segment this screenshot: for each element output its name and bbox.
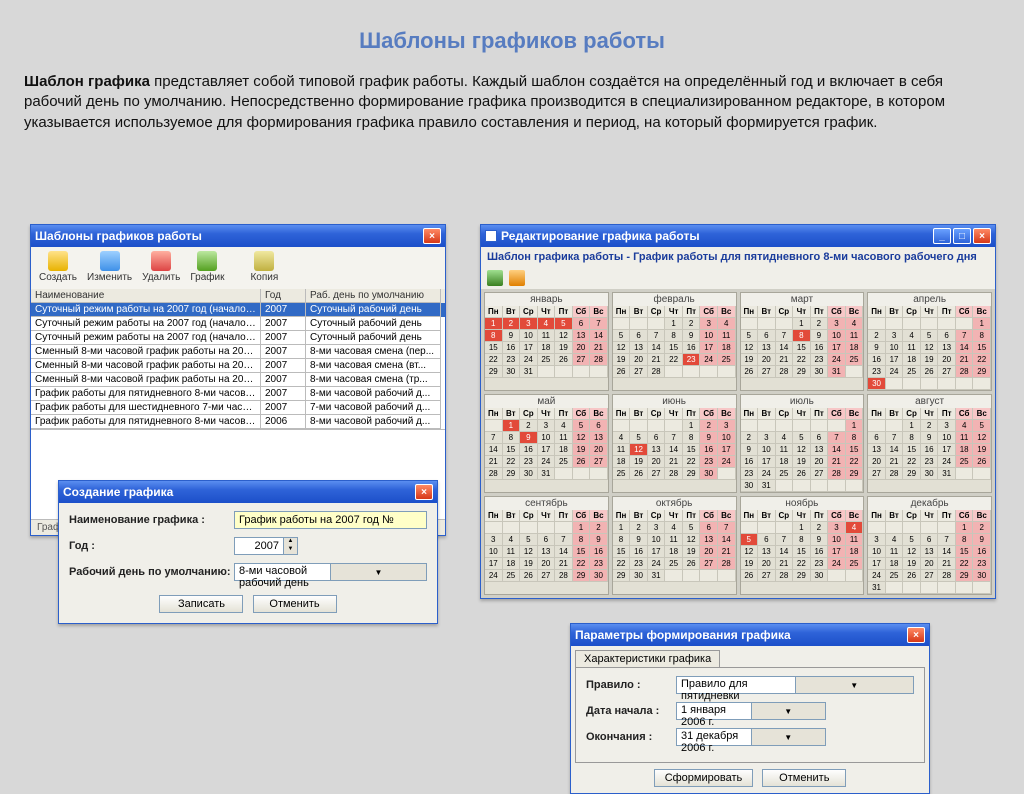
- maximize-icon[interactable]: □: [953, 228, 971, 244]
- table-row[interactable]: График работы для шестидневного 7-ми час…: [31, 401, 445, 415]
- params-titlebar[interactable]: Параметры формирования графика ×: [571, 624, 929, 646]
- table-row[interactable]: Сменный 8-ми часовой график работы на 20…: [31, 373, 445, 387]
- month-ноябрь: ноябрьПнВтСрЧтПтСбВс...12345678910111213…: [740, 496, 865, 595]
- table-row[interactable]: Сменный 8-ми часовой график работы на 20…: [31, 345, 445, 359]
- month-апрель: апрельПнВтСрЧтПтСбВс......12345678910111…: [867, 292, 992, 391]
- close-icon[interactable]: ×: [973, 228, 991, 244]
- chart-icon: [197, 251, 217, 271]
- edit-icon: [100, 251, 120, 271]
- copy-button[interactable]: Копия: [246, 249, 282, 285]
- close-icon[interactable]: ×: [423, 228, 441, 244]
- chevron-down-icon[interactable]: ▼: [330, 564, 426, 580]
- editor-title: Редактирование графика работы: [501, 229, 700, 243]
- save-icon[interactable]: [487, 270, 503, 286]
- editor-titlebar[interactable]: Редактирование графика работы _ □ ×: [481, 225, 995, 247]
- start-date[interactable]: 1 января 2006 г. ▼: [676, 702, 826, 720]
- name-field[interactable]: [234, 511, 427, 529]
- params-title: Параметры формирования графика: [575, 628, 791, 642]
- name-label: Наименование графика :: [69, 514, 234, 526]
- table-row[interactable]: Сменный 8-ми часовой график работы на 20…: [31, 359, 445, 373]
- delete-icon: [151, 251, 171, 271]
- default-dropdown[interactable]: 8-ми часовой рабочий день ▼: [234, 563, 427, 581]
- create-dialog: Создание графика × Наименование графика …: [58, 480, 438, 624]
- month-май: майПнВтСрЧтПтСбВс.1234567891011121314151…: [484, 394, 609, 493]
- month-июнь: июньПнВтСрЧтПтСбВс....123456789101112131…: [612, 394, 737, 493]
- rule-label: Правило :: [586, 679, 676, 691]
- cancel-button[interactable]: Отменить: [253, 595, 337, 613]
- editor-toolbar: [481, 267, 995, 289]
- page-title: Шаблоны графиков работы: [0, 0, 1024, 64]
- chevron-down-icon[interactable]: ▼: [751, 729, 826, 745]
- column-year[interactable]: Год: [261, 289, 306, 303]
- save-button[interactable]: Записать: [159, 595, 243, 613]
- page-description: Шаблон графика представляет собой типово…: [0, 64, 1024, 147]
- tab-characteristics[interactable]: Характеристики графика: [575, 650, 720, 667]
- app-icon: [485, 230, 497, 242]
- month-февраль: февральПнВтСрЧтПтСбВс...1234567891011121…: [612, 292, 737, 391]
- month-июль: июльПнВтСрЧтПтСбВс......1234567891011121…: [740, 394, 865, 493]
- end-label: Окончания :: [586, 731, 676, 743]
- editor-window: Редактирование графика работы _ □ × Шабл…: [480, 224, 996, 599]
- calendar-grid: январьПнВтСрЧтПтСбВс12345678910111213141…: [481, 289, 995, 598]
- month-январь: январьПнВтСрЧтПтСбВс12345678910111213141…: [484, 292, 609, 391]
- year-stepper[interactable]: ▲▼: [234, 537, 298, 555]
- month-март: мартПнВтСрЧтПтСбВс...1234567891011121314…: [740, 292, 865, 391]
- end-date[interactable]: 31 декабря 2006 г. ▼: [676, 728, 826, 746]
- start-label: Дата начала :: [586, 705, 676, 717]
- params-window: Параметры формирования графика × Характе…: [570, 623, 930, 794]
- default-label: Рабочий день по умолчанию:: [69, 566, 234, 578]
- form-button[interactable]: Сформировать: [654, 769, 754, 787]
- chevron-down-icon[interactable]: ▼: [751, 703, 826, 719]
- delete-button[interactable]: Удалить: [138, 249, 184, 285]
- create-title: Создание графика: [63, 485, 173, 499]
- chevron-down-icon[interactable]: ▼: [284, 546, 297, 554]
- create-button[interactable]: Создать: [35, 249, 81, 285]
- year-label: Год :: [69, 540, 234, 552]
- minimize-icon[interactable]: _: [933, 228, 951, 244]
- chevron-up-icon[interactable]: ▲: [284, 538, 297, 546]
- cancel-button[interactable]: Отменить: [762, 769, 846, 787]
- templates-title: Шаблоны графиков работы: [35, 229, 202, 243]
- create-titlebar[interactable]: Создание графика ×: [59, 481, 437, 503]
- table-row[interactable]: Суточный режим работы на 2007 год (начал…: [31, 331, 445, 345]
- create-icon: [48, 251, 68, 271]
- year-input[interactable]: [234, 537, 284, 555]
- table-row[interactable]: Суточный режим работы на 2007 год (начал…: [31, 317, 445, 331]
- copy-icon: [254, 251, 274, 271]
- column-name[interactable]: Наименование: [31, 289, 261, 303]
- edit-button[interactable]: Изменить: [83, 249, 136, 285]
- templates-toolbar: Создать Изменить Удалить График Копия: [31, 247, 445, 289]
- table-row[interactable]: График работы для пятидневного 8-ми часо…: [31, 387, 445, 401]
- month-октябрь: октябрьПнВтСрЧтПтСбВс1234567891011121314…: [612, 496, 737, 595]
- rule-dropdown[interactable]: Правило для пятидневки ▼: [676, 676, 914, 694]
- templates-titlebar[interactable]: Шаблоны графиков работы ×: [31, 225, 445, 247]
- column-default[interactable]: Раб. день по умолчанию: [306, 289, 441, 303]
- close-icon[interactable]: ×: [907, 627, 925, 643]
- table-row[interactable]: Суточный режим работы на 2007 год (начал…: [31, 303, 445, 317]
- refresh-icon[interactable]: [509, 270, 525, 286]
- month-декабрь: декабрьПнВтСрЧтПтСбВс.....12345678910111…: [867, 496, 992, 595]
- editor-subtitle: Шаблон графика работы - График работы дл…: [481, 247, 995, 267]
- chevron-down-icon[interactable]: ▼: [795, 677, 914, 693]
- chart-button[interactable]: График: [186, 249, 228, 285]
- table-row[interactable]: График работы для пятидневного 8-ми часо…: [31, 415, 445, 429]
- close-icon[interactable]: ×: [415, 484, 433, 500]
- month-сентябрь: сентябрьПнВтСрЧтПтСбВс.....1234567891011…: [484, 496, 609, 595]
- month-август: августПнВтСрЧтПтСбВс..123456789101112131…: [867, 394, 992, 493]
